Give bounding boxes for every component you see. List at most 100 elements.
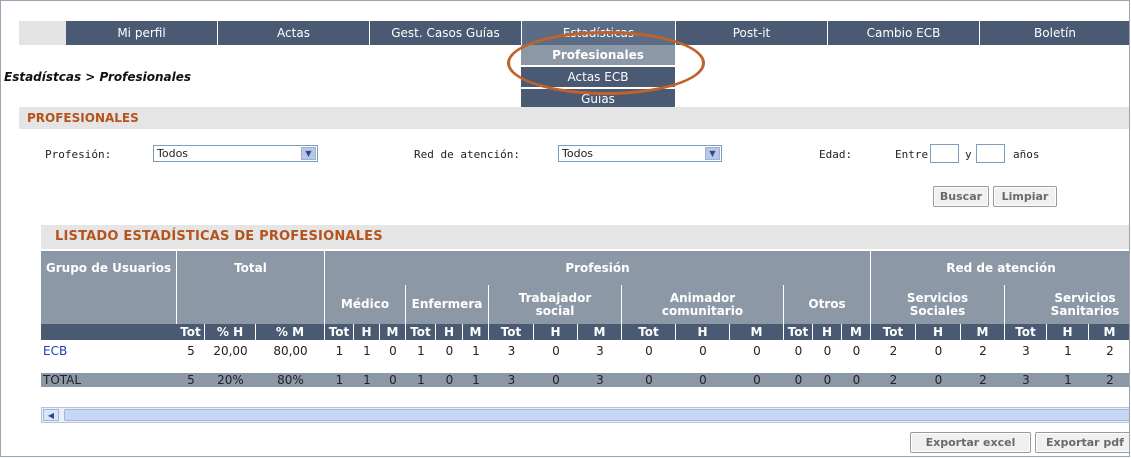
section-header bbox=[19, 107, 1129, 129]
subheader-cell: M bbox=[730, 324, 784, 340]
col-grupo-usuarios: Grupo de Usuarios bbox=[41, 251, 177, 285]
subheader-cell: M bbox=[578, 324, 622, 340]
row-ecb-label[interactable]: ECB bbox=[43, 344, 67, 358]
total-cell-6: 1 bbox=[417, 373, 425, 387]
total-cell-15: 0 bbox=[794, 373, 803, 387]
listado-title: LISTADO ESTADÍSTICAS DE PROFESIONALES bbox=[55, 229, 383, 244]
nav-gest-casos-guias[interactable]: Gest. Casos Guías bbox=[370, 21, 522, 45]
col-medico: Médico bbox=[325, 285, 406, 324]
ecb-cell-7: 0 bbox=[445, 344, 454, 358]
entre-label: Entre bbox=[895, 148, 929, 161]
ecb-cell-11: 3 bbox=[596, 344, 604, 358]
profesion-select[interactable]: Todos ▼ bbox=[153, 145, 318, 162]
menu-item-profesionales[interactable]: Profesionales bbox=[521, 45, 675, 67]
nav-post-it[interactable]: Post-it bbox=[676, 21, 828, 45]
chevron-down-icon[interactable]: ▼ bbox=[705, 147, 720, 160]
buscar-button[interactable]: Buscar bbox=[933, 186, 989, 207]
col-enfermera: Enfermera bbox=[406, 285, 489, 324]
subheader-cell: M bbox=[961, 324, 1005, 340]
ecb-cell-12: 0 bbox=[645, 344, 653, 358]
ecb-cell-20: 2 bbox=[979, 344, 987, 358]
subheader-cell: % H bbox=[205, 324, 256, 340]
ecb-cell-2: 80,00 bbox=[273, 344, 308, 358]
subheader-cell: M bbox=[463, 324, 489, 340]
total-cell-23: 2 bbox=[1106, 373, 1114, 387]
ecb-cell-15: 0 bbox=[794, 344, 803, 358]
ecb-cell-4: 1 bbox=[363, 344, 371, 358]
ecb-cell-22: 1 bbox=[1064, 344, 1072, 358]
subheader-cell: H bbox=[916, 324, 961, 340]
col-red-atencion: Red de atención bbox=[871, 251, 1129, 285]
total-cell-5: 0 bbox=[389, 373, 397, 387]
ecb-cell-1: 20,00 bbox=[213, 344, 248, 358]
col-profesion: Profesión bbox=[325, 251, 871, 285]
col-trabajador-social: Trabajador social bbox=[489, 285, 622, 324]
total-cell-19: 0 bbox=[934, 373, 943, 387]
chevron-down-icon[interactable]: ▼ bbox=[301, 147, 316, 160]
total-cell-13: 0 bbox=[699, 373, 707, 387]
col-servicios-sanitarios: Servicios Sanitarios bbox=[1005, 285, 1129, 324]
subheader-cell: Tot bbox=[406, 324, 436, 340]
limpiar-button[interactable]: Limpiar bbox=[993, 186, 1057, 207]
red-atencion-select-value: Todos bbox=[562, 147, 594, 160]
profesion-label: Profesión: bbox=[45, 148, 112, 161]
total-cell-0: 5 bbox=[187, 373, 195, 387]
menu-item-actas-ecb[interactable]: Actas ECB bbox=[521, 67, 675, 89]
subheader-cell: H bbox=[354, 324, 380, 340]
subheader-cell: % M bbox=[256, 324, 325, 340]
ecb-cell-3: 1 bbox=[335, 344, 344, 358]
ecb-cell-19: 0 bbox=[934, 344, 943, 358]
subheader-cell: Tot bbox=[489, 324, 534, 340]
section-title: PROFESIONALES bbox=[27, 111, 139, 125]
scroll-left-icon[interactable]: ◀ bbox=[43, 409, 59, 421]
ecb-cell-23: 2 bbox=[1106, 344, 1114, 358]
nav-cambio-ecb[interactable]: Cambio ECB bbox=[828, 21, 980, 45]
col-otros: Otros bbox=[784, 285, 871, 324]
edad-hasta-input[interactable] bbox=[976, 144, 1005, 163]
ecb-cell-21: 3 bbox=[1022, 344, 1030, 358]
anos-label: años bbox=[1013, 148, 1040, 161]
subheader-cell: Tot bbox=[177, 324, 205, 340]
ecb-cell-14: 0 bbox=[753, 344, 761, 358]
ecb-cell-0: 5 bbox=[187, 344, 195, 358]
subheader-cell: M bbox=[842, 324, 871, 340]
subheader-cell: Tot bbox=[1005, 324, 1047, 340]
total-cell-9: 3 bbox=[507, 373, 516, 387]
ecb-cell-10: 0 bbox=[552, 344, 560, 358]
total-cell-21: 3 bbox=[1022, 373, 1030, 387]
red-atencion-select[interactable]: Todos ▼ bbox=[558, 145, 722, 162]
total-cell-8: 1 bbox=[472, 373, 480, 387]
export-excel-button[interactable]: Exportar excel bbox=[910, 432, 1031, 453]
edad-desde-input[interactable] bbox=[930, 144, 959, 163]
nav-estadisticas[interactable]: Estadísticas bbox=[522, 21, 676, 45]
total-cell-16: 0 bbox=[823, 373, 832, 387]
y-label: y bbox=[965, 148, 972, 161]
ecb-cell-9: 3 bbox=[507, 344, 516, 358]
total-cell-4: 1 bbox=[363, 373, 371, 387]
subheader-cell: Tot bbox=[784, 324, 813, 340]
subheader-cell: H bbox=[436, 324, 463, 340]
nav-boletin[interactable]: Boletín bbox=[980, 21, 1129, 45]
ecb-cell-5: 0 bbox=[389, 344, 397, 358]
scroll-thumb[interactable] bbox=[64, 409, 1129, 421]
subheader-cell: H bbox=[813, 324, 842, 340]
subheader-cell: H bbox=[676, 324, 730, 340]
subheader-cell: H bbox=[1047, 324, 1089, 340]
nav-mi-perfil[interactable]: Mi perfil bbox=[66, 21, 218, 45]
row-total-label: TOTAL bbox=[43, 373, 82, 387]
total-cell-3: 1 bbox=[335, 373, 344, 387]
page-frame: Mi perfil Actas Gest. Casos Guías Estadí… bbox=[0, 0, 1130, 457]
profesion-select-value: Todos bbox=[157, 147, 189, 160]
edad-label: Edad: bbox=[819, 148, 853, 161]
col-animador-comunitario: Animador comunitario bbox=[622, 285, 784, 324]
ecb-cell-16: 0 bbox=[823, 344, 832, 358]
nav-actas[interactable]: Actas bbox=[218, 21, 370, 45]
total-cell-2: 80% bbox=[277, 373, 304, 387]
total-cell-20: 2 bbox=[979, 373, 987, 387]
total-cell-18: 2 bbox=[889, 373, 898, 387]
col-total: Total bbox=[177, 251, 325, 285]
horizontal-scrollbar[interactable]: ◀ bbox=[41, 407, 1129, 423]
subheader-cell: M bbox=[380, 324, 406, 340]
subheader-cell: M bbox=[1089, 324, 1129, 340]
export-pdf-button[interactable]: Exportar pdf bbox=[1035, 432, 1129, 453]
